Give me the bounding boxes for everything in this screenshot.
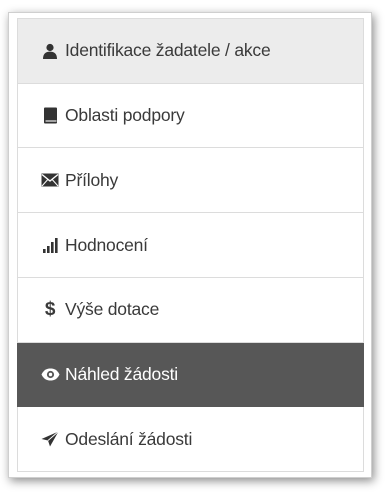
menu-item-label: Identifikace žadatele / akce xyxy=(65,40,271,61)
book-icon xyxy=(40,106,60,126)
menu-item-vyse-dotace[interactable]: $ Výše dotace xyxy=(17,277,364,343)
signal-bars-icon xyxy=(40,235,60,255)
menu-item-identifikace[interactable]: Identifikace žadatele / akce xyxy=(17,18,364,84)
menu-item-oblasti-podpory[interactable]: Oblasti podpory xyxy=(17,83,364,149)
application-menu: Identifikace žadatele / akce Oblasti pod… xyxy=(17,18,364,473)
menu-item-hodnoceni[interactable]: Hodnocení xyxy=(17,213,364,278)
navigation-panel: Identifikace žadatele / akce Oblasti pod… xyxy=(8,12,372,478)
menu-item-label: Přílohy xyxy=(65,169,119,190)
envelope-icon xyxy=(40,170,60,190)
menu-item-odeslani-zadosti[interactable]: Odeslání žádosti xyxy=(17,407,364,473)
send-icon xyxy=(40,429,60,449)
menu-item-label: Oblasti podpory xyxy=(65,105,185,126)
menu-item-nahled-zadosti[interactable]: Náhled žádosti xyxy=(17,342,364,408)
menu-item-label: Náhled žádosti xyxy=(65,363,178,384)
menu-item-label: Odeslání žádosti xyxy=(65,428,193,449)
menu-item-label: Hodnocení xyxy=(65,234,148,255)
user-icon xyxy=(40,41,60,61)
dollar-icon: $ xyxy=(44,298,56,320)
eye-icon xyxy=(40,364,60,384)
menu-item-prilohy[interactable]: Přílohy xyxy=(17,148,364,214)
menu-item-label: Výše dotace xyxy=(65,299,160,320)
